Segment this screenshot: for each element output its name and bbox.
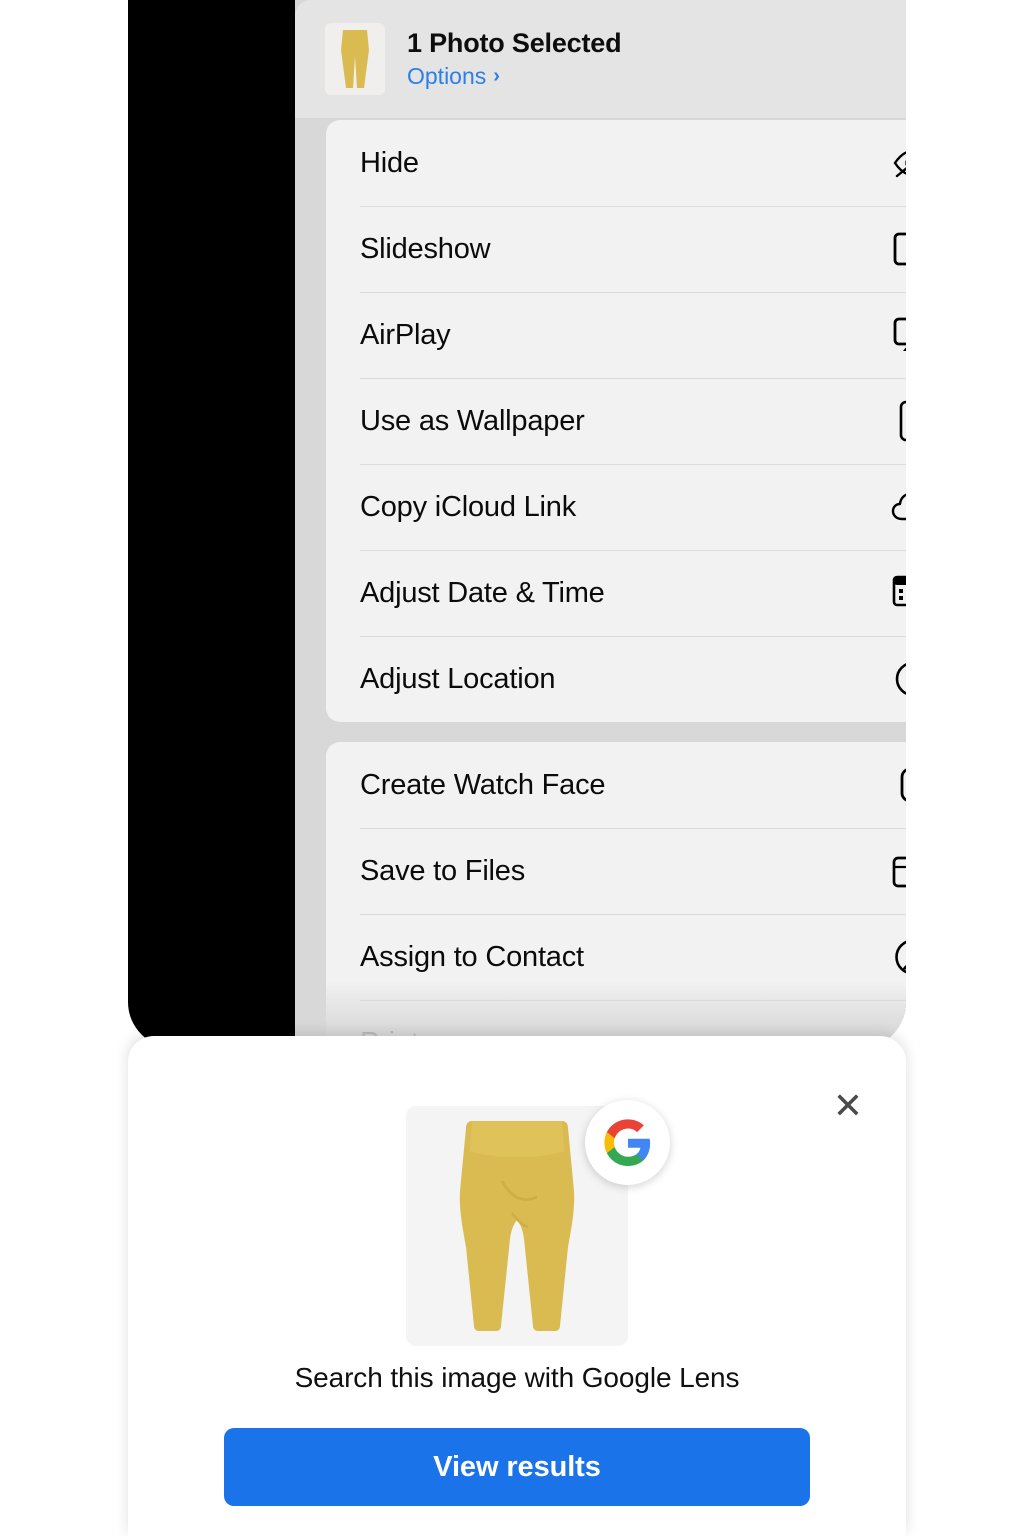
menu-item-label: Slideshow [360,232,491,265]
menu-item-label: AirPlay [360,318,451,351]
menu-item-label: Save to Files [360,854,526,887]
cloud-link-icon [890,484,906,530]
menu-item-label: Hide [360,146,419,179]
menu-group-primary: Hide Slideshow AirPlay Use as Wallpaper … [326,120,906,722]
menu-group-secondary: Create Watch Face Save to Files Assign t… [326,742,906,1048]
menu-item-label: Use as Wallpaper [360,404,585,437]
menu-item-hide[interactable]: Hide [326,120,906,206]
apple-watch-icon [890,762,906,808]
google-lens-sheet: ✕ Search this image with Google Lens Vie… [128,1036,906,1536]
menu-item-save-to-files[interactable]: Save to Files [326,828,906,914]
google-g-logo-icon [585,1100,670,1185]
menu-item-copy-icloud-link[interactable]: Copy iCloud Link [326,464,906,550]
eye-slash-icon [890,140,906,186]
screenshot-root: 1 Photo Selected Options › ✕ Hide [0,0,1024,1536]
share-sheet-header: 1 Photo Selected Options › ✕ [295,0,906,118]
selected-photo-thumbnail [325,23,385,95]
view-results-button[interactable]: View results [224,1428,810,1506]
folder-icon [890,848,906,894]
menu-item-create-watch-face[interactable]: Create Watch Face [326,742,906,828]
play-rectangle-icon [890,226,906,272]
menu-item-adjust-location[interactable]: Adjust Location [326,636,906,722]
location-pin-circle-icon [890,656,906,702]
lens-close-button[interactable]: ✕ [826,1084,870,1128]
menu-item-airplay[interactable]: AirPlay [326,292,906,378]
page-title: 1 Photo Selected [407,28,622,59]
menu-item-label: Copy iCloud Link [360,490,577,523]
menu-item-label: Adjust Location [360,662,556,695]
options-link[interactable]: Options › [407,63,906,90]
close-icon: ✕ [832,1085,864,1126]
menu-item-use-as-wallpaper[interactable]: Use as Wallpaper [326,378,906,464]
chevron-right-icon: › [493,65,500,88]
calendar-clock-icon [890,570,906,616]
lens-image-area [406,1100,670,1346]
view-results-label: View results [433,1450,601,1483]
person-circle-icon [890,934,906,980]
menu-item-label: Assign to Contact [360,940,584,973]
options-link-label: Options [407,62,487,89]
menu-item-assign-to-contact[interactable]: Assign to Contact [326,914,906,1000]
share-sheet-header-text: 1 Photo Selected Options › [407,28,906,89]
airplay-icon [890,312,906,358]
phone-device-frame: 1 Photo Selected Options › ✕ Hide [128,0,906,1048]
lens-caption: Search this image with Google Lens [294,1362,740,1393]
menu-item-slideshow[interactable]: Slideshow [326,206,906,292]
menu-item-label: Adjust Date & Time [360,576,605,609]
menu-item-adjust-date-time[interactable]: Adjust Date & Time [326,550,906,636]
iphone-icon [890,398,906,444]
menu-item-label: Create Watch Face [360,768,606,801]
